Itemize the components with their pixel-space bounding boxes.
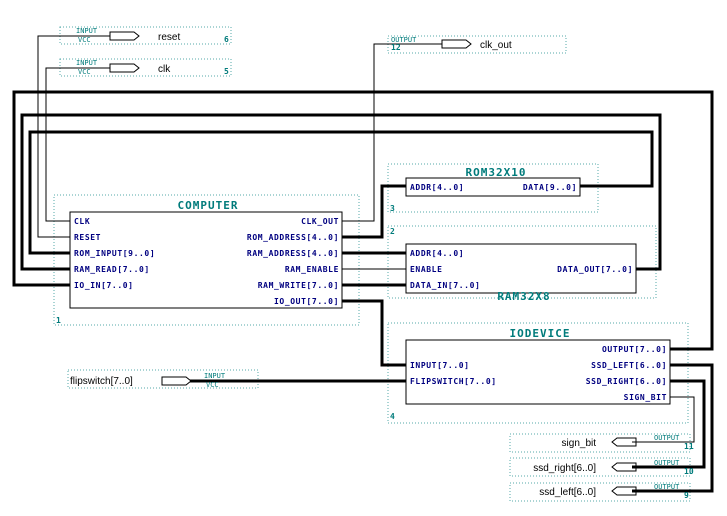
sign-bit-kind-label: OUTPUT [654, 434, 680, 442]
computer-pin-clk: CLK [74, 217, 90, 226]
reset-wire [37, 35, 110, 238]
reset-input-vcc-label: VCC [78, 36, 91, 44]
computer-pin-ram-enable: RAM_ENABLE [285, 265, 339, 274]
reset-input-number: 6 [224, 35, 229, 44]
reset-input-name: reset [158, 32, 180, 43]
ram-block[interactable]: RAM32X8 2 ADDR[4..0] ENABLE DATA_IN[7..0… [390, 227, 637, 303]
computer-body [69, 211, 343, 309]
computer-title: COMPUTER [178, 199, 239, 212]
io-out-bus [342, 299, 406, 367]
iodevice-pin-output: OUTPUT[7..0] [602, 345, 667, 354]
clk-out-pin-icon [441, 39, 472, 49]
clk-input-pin-icon [109, 63, 140, 73]
iodevice-pin-ssd-left: SSD_LEFT[6..0] [591, 361, 667, 370]
flipswitch-input-name: flipswitch[7..0] [70, 376, 133, 387]
clk-input-kind-label: INPUT [76, 59, 98, 67]
reset-input-kind-label: INPUT [76, 27, 98, 35]
rom-pin-addr: ADDR[4..0] [410, 183, 464, 192]
iodevice-number: 4 [390, 412, 395, 421]
ssd-right-number: 10 [684, 467, 694, 476]
ram-pin-addr: ADDR[4..0] [410, 249, 464, 258]
rom-pin-data: DATA[9..0] [523, 183, 577, 192]
rom-number: 3 [390, 204, 395, 213]
iodevice-pin-flipswitch: FLIPSWITCH[7..0] [410, 377, 497, 386]
clk-out-output-name: clk_out [480, 40, 512, 51]
computer-pin-ram-read: RAM_READ[7..0] [74, 265, 150, 274]
flipswitch-input-vcc-label: VCC [206, 381, 219, 389]
iodevice-pin-ssd-right: SSD_RIGHT[6..0] [586, 377, 667, 386]
computer-number: 1 [56, 316, 61, 325]
rom-title: ROM32X10 [466, 166, 527, 179]
ssd-left-number: 9 [684, 491, 689, 500]
iodevice-pin-sign-bit: SIGN_BIT [624, 393, 667, 402]
iodevice-block[interactable]: IODEVICE 4 INPUT[7..0] FLIPSWITCH[7..0] … [390, 327, 671, 421]
computer-pin-io-out: IO_OUT[7..0] [274, 297, 339, 306]
reset-input-pin-icon [109, 31, 140, 41]
ssd-right-kind-label: OUTPUT [654, 459, 680, 467]
computer-pin-io-in: IO_IN[7..0] [74, 281, 134, 290]
clk-input-vcc-label: VCC [78, 68, 91, 76]
computer-block[interactable]: COMPUTER 1 CLK RESET ROM_INPUT[9..0] RAM… [56, 199, 343, 325]
flipswitch-input-kind-label: INPUT [204, 372, 226, 380]
ssd-left-output-name: ssd_left[6..0] [539, 487, 596, 498]
sign-bit-number: 11 [684, 442, 694, 451]
schematic-canvas: INPUT VCC reset 6 INPUT VCC clk 5 flipsw… [12, 26, 714, 502]
ssd-left-kind-label: OUTPUT [654, 483, 680, 491]
computer-pin-ram-write: RAM_WRITE[7..0] [258, 281, 339, 290]
clk-input-number: 5 [224, 67, 229, 76]
flipswitch-input-pin-icon [161, 376, 192, 386]
computer-pin-rom-address: ROM_ADDRESS[4..0] [247, 233, 339, 242]
ram-title: RAM32X8 [497, 290, 550, 303]
computer-pin-clk-out: CLK_OUT [301, 217, 339, 226]
ssd-right-output-name: ssd_right[6..0] [533, 463, 596, 474]
rom-block[interactable]: ROM32X10 3 ADDR[4..0] DATA[9..0] [390, 166, 581, 213]
iodevice-pin-input: INPUT[7..0] [410, 361, 470, 370]
computer-pin-reset: RESET [74, 233, 101, 242]
ram-pin-enable: ENABLE [410, 265, 443, 274]
sign-bit-output-name: sign_bit [562, 438, 597, 449]
computer-pin-ram-address: RAM_ADDRESS[4..0] [247, 249, 339, 258]
computer-pin-rom-input: ROM_INPUT[9..0] [74, 249, 155, 258]
ram-number: 2 [390, 227, 395, 236]
clk-out-number: 12 [391, 43, 401, 52]
iodevice-title: IODEVICE [510, 327, 571, 340]
ram-pin-data-out: DATA_OUT[7..0] [557, 265, 633, 274]
clk-input-name: clk [158, 64, 171, 75]
ram-pin-data-in: DATA_IN[7..0] [410, 281, 480, 290]
